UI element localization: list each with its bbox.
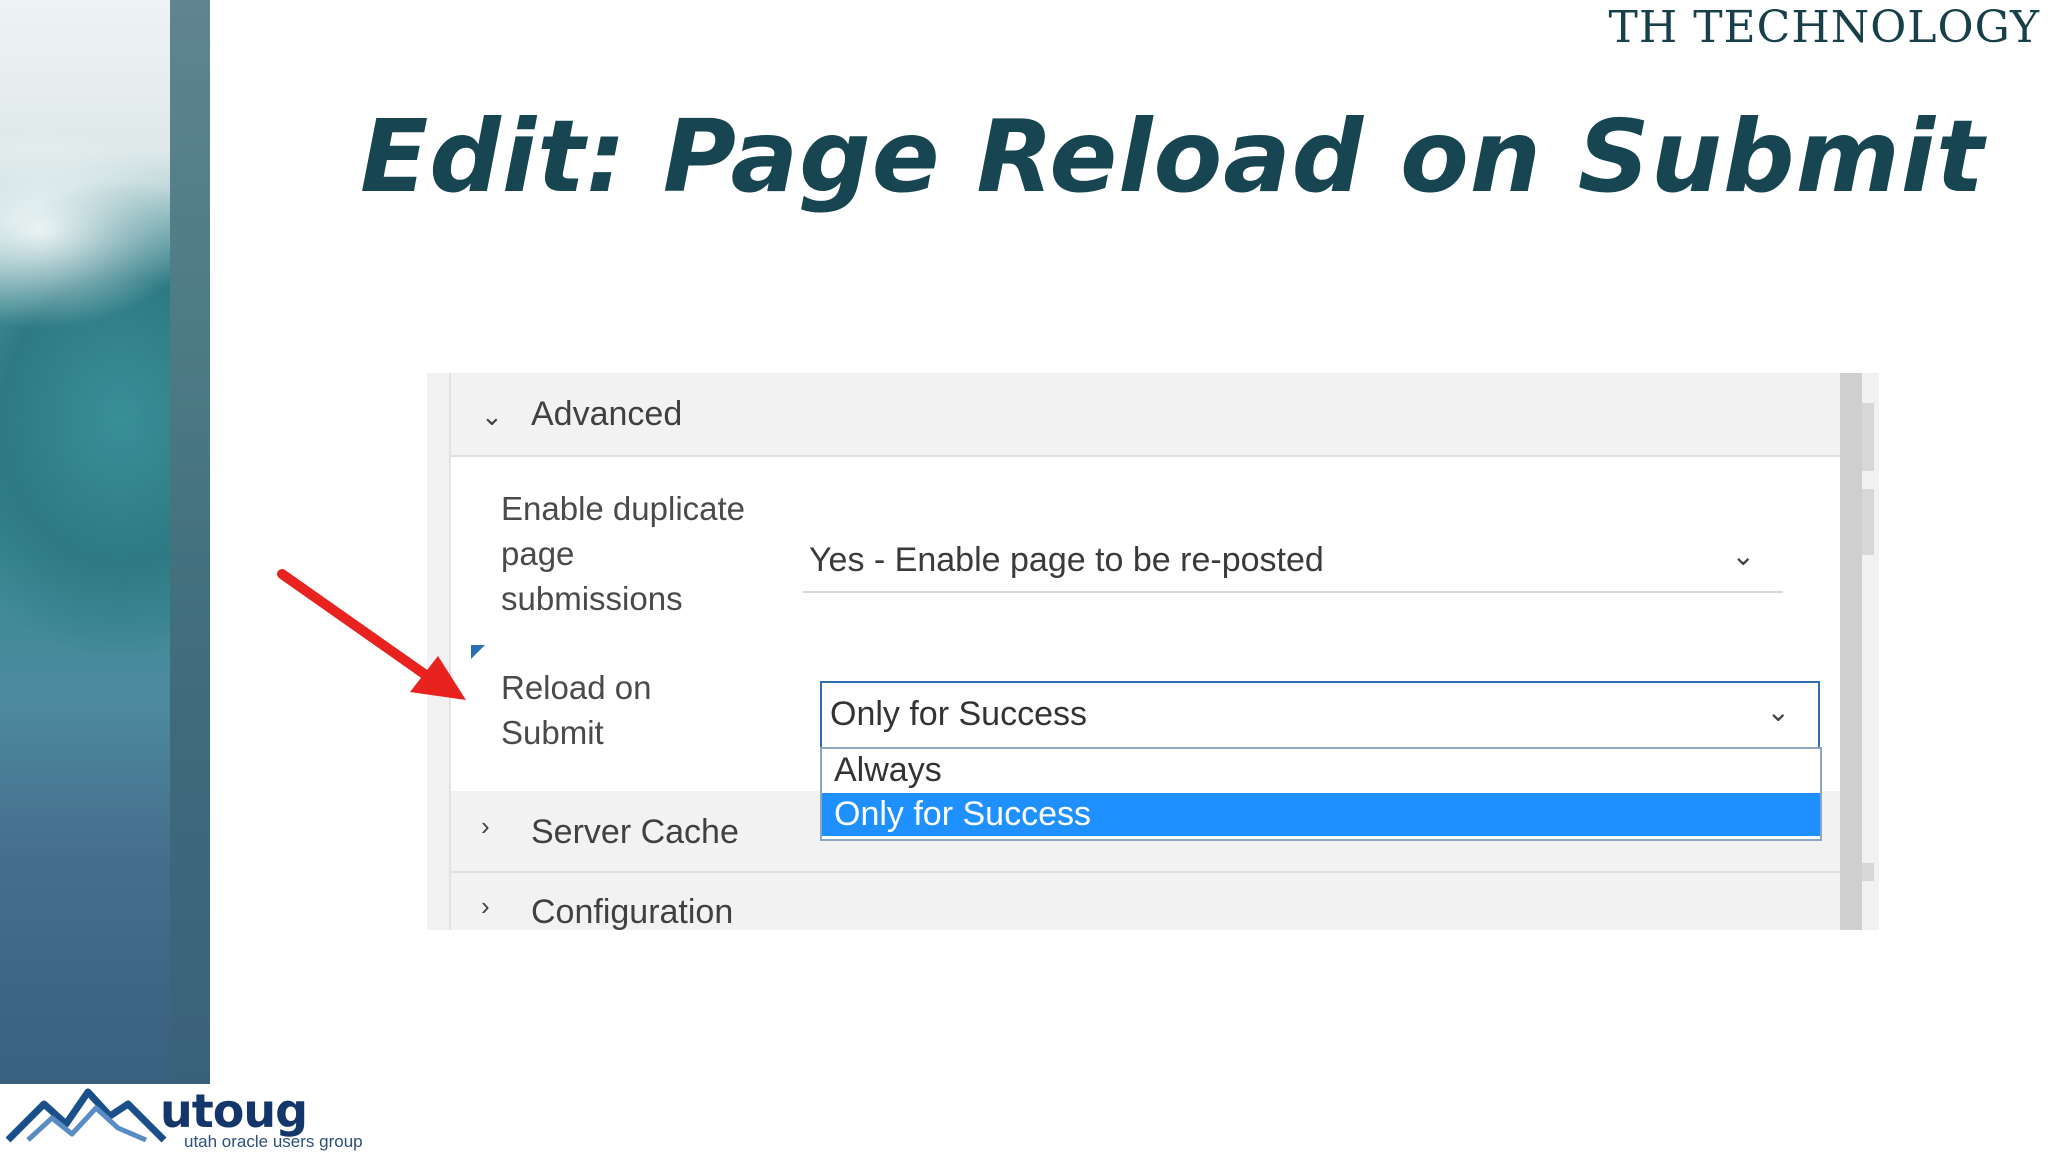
duplicate-submissions-select[interactable]: Yes - Enable page to be re-posted ⌄	[803, 531, 1783, 593]
logo-tagline: utah oracle users group	[184, 1132, 363, 1151]
section-advanced-label: Advanced	[531, 395, 683, 433]
reload-on-submit-dropdown: Always Only for Success	[820, 747, 1822, 841]
scrollbar-edge	[1862, 403, 1874, 471]
brand-logo-text: TH TECHNOLOGY	[1608, 2, 2040, 53]
arrow-head	[410, 656, 466, 700]
chevron-right-icon: ›	[481, 811, 490, 841]
dropdown-option-always[interactable]: Always	[822, 749, 1820, 792]
section-configuration[interactable]: › Configuration	[451, 873, 1843, 930]
slide-title: Edit: Page Reload on Submit	[360, 98, 1985, 215]
reload-on-submit-value: Only for Success	[830, 695, 1087, 733]
scrollbar-edge	[1862, 489, 1874, 555]
chevron-down-icon: ⌄	[1766, 696, 1790, 727]
settings-panel: ⌄ Advanced Enable duplicate page submiss…	[449, 373, 1845, 930]
wave-side-band	[170, 0, 210, 1084]
chevron-down-icon: ⌄	[1731, 540, 1755, 571]
section-server-cache-label: Server Cache	[531, 813, 739, 851]
reload-on-submit-select[interactable]: Only for Success ⌄	[820, 681, 1820, 749]
arrow-shaft	[277, 569, 435, 683]
scrollbar-edge	[1862, 863, 1874, 881]
section-advanced[interactable]: ⌄ Advanced	[451, 373, 1843, 457]
red-arrow-annotation	[277, 569, 466, 700]
section-configuration-label: Configuration	[531, 893, 734, 930]
field-label-duplicate-submissions: Enable duplicate page submissions	[501, 490, 746, 617]
chevron-down-icon: ⌄	[481, 401, 503, 431]
dropdown-option-only-for-success[interactable]: Only for Success	[822, 793, 1820, 836]
logo-word: utoug	[160, 1084, 308, 1138]
utoug-logo: utoug utah oracle users group	[5, 1082, 363, 1151]
settings-screenshot: ⌄ Advanced Enable duplicate page submiss…	[427, 373, 1879, 930]
chevron-right-icon: ›	[481, 891, 490, 921]
field-label-reload-on-submit: Reload on Submit	[501, 669, 652, 751]
scrollbar[interactable]	[1840, 373, 1862, 930]
mountain-logo-icon	[5, 1088, 167, 1143]
duplicate-submissions-value: Yes - Enable page to be re-posted	[809, 541, 1324, 579]
